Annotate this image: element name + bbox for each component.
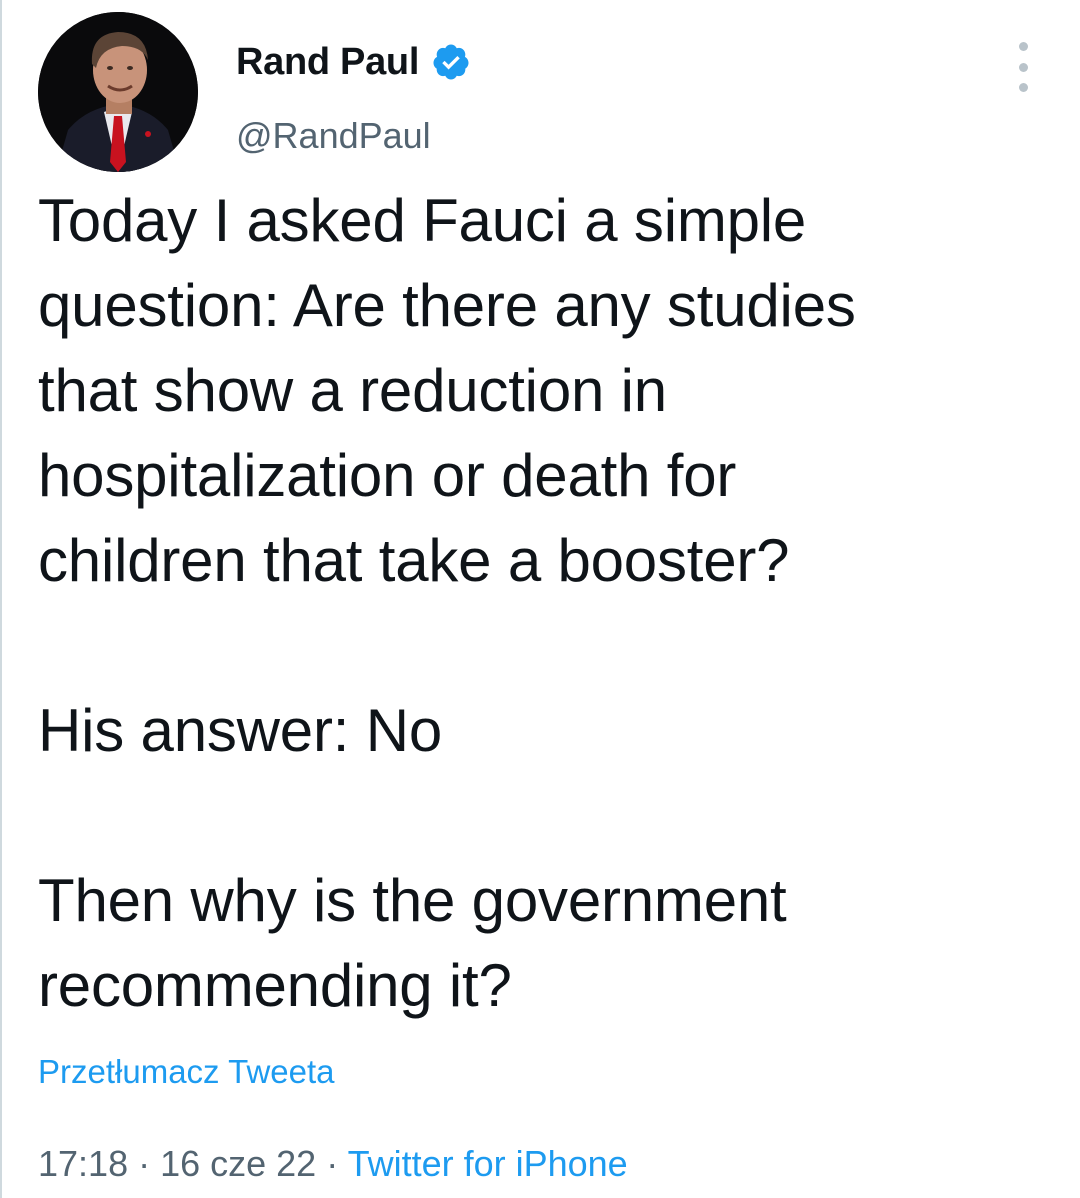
- avatar-photo-icon: [38, 12, 198, 172]
- left-border: [0, 0, 2, 1198]
- more-options-icon[interactable]: [1008, 42, 1038, 92]
- more-dot: [1018, 83, 1028, 92]
- tweet-date[interactable]: 16 cze 22: [160, 1143, 316, 1184]
- meta-separator: ·: [316, 1143, 348, 1184]
- translate-tweet-link[interactable]: Przetłumacz Tweeta: [38, 1050, 335, 1094]
- tweet-meta: 17:18 · 16 cze 22 · Twitter for iPhone: [38, 1140, 628, 1188]
- user-handle[interactable]: @RandPaul: [236, 112, 431, 160]
- tweet-source-link[interactable]: Twitter for iPhone: [348, 1143, 628, 1184]
- name-row: Rand Paul: [236, 38, 471, 86]
- display-name[interactable]: Rand Paul: [236, 38, 419, 86]
- more-dot: [1018, 42, 1028, 51]
- tweet-time[interactable]: 17:18: [38, 1143, 128, 1184]
- tweet-header: Rand Paul @RandPaul: [38, 12, 1048, 172]
- avatar[interactable]: [38, 12, 198, 172]
- verified-badge-icon: [431, 42, 471, 82]
- meta-separator: ·: [128, 1143, 161, 1184]
- more-dot: [1018, 62, 1028, 72]
- tweet-text: Today I asked Fauci a simple question: A…: [38, 187, 856, 1019]
